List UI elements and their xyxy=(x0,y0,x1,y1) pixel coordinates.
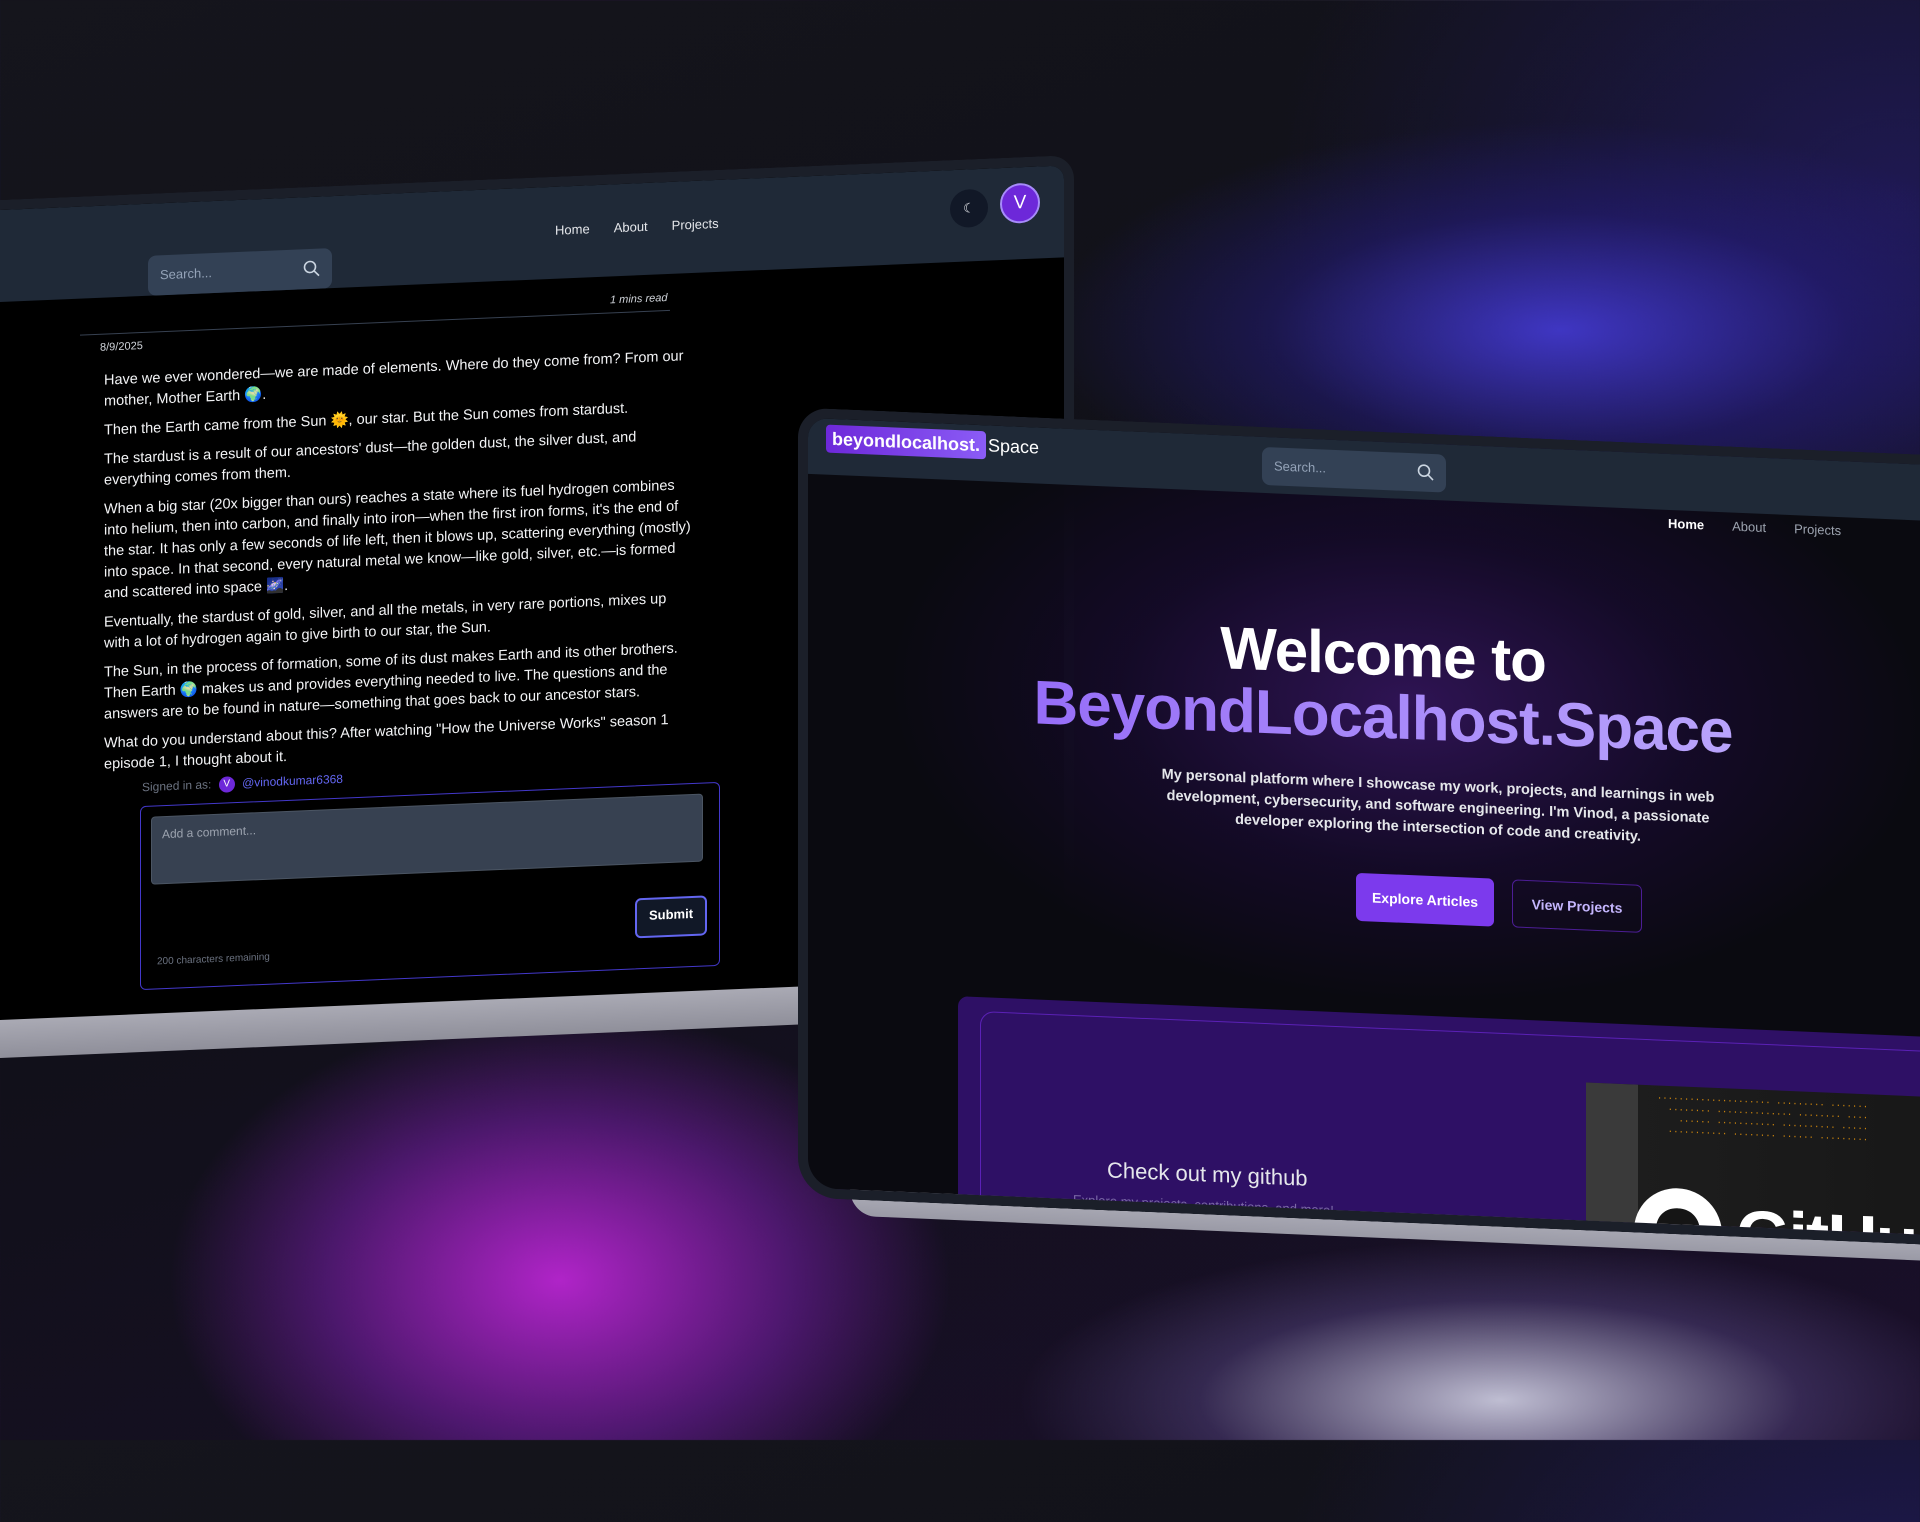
right-laptop: beyondlocalhost. Space Search... Home Abo… xyxy=(0,0,1920,1520)
search-placeholder: Search... xyxy=(1274,458,1327,476)
code-gutter xyxy=(1586,1082,1638,1247)
code-background: ..................... ......... ....... … xyxy=(1656,1091,1869,1144)
site-logo[interactable]: beyondlocalhost. Space xyxy=(826,424,1040,460)
hero-description: My personal platform where I showcase my… xyxy=(1161,766,1715,845)
top-navbar: beyondlocalhost. Space Search... xyxy=(808,417,1920,523)
nav-links: Home About Projects xyxy=(1668,516,1841,538)
explore-articles-button[interactable]: Explore Articles xyxy=(1356,872,1494,927)
nav-projects[interactable]: Projects xyxy=(1794,521,1841,538)
nav-about[interactable]: About xyxy=(1732,519,1766,535)
github-banner-image: ..................... ......... ....... … xyxy=(1586,1082,1920,1247)
logo-chip: beyondlocalhost. xyxy=(826,424,987,460)
github-card: Check out my github Explore my projects,… xyxy=(958,996,1920,1247)
home-page-screen: beyondlocalhost. Space Search... Home Abo… xyxy=(798,407,1920,1247)
github-card-title: Check out my github xyxy=(1107,1157,1308,1191)
search-input[interactable]: Search... xyxy=(1262,446,1446,493)
view-projects-button[interactable]: View Projects xyxy=(1512,879,1642,933)
search-icon[interactable] xyxy=(1416,462,1436,483)
nav-home[interactable]: Home xyxy=(1668,516,1704,533)
logo-suffix: Space xyxy=(988,435,1040,458)
